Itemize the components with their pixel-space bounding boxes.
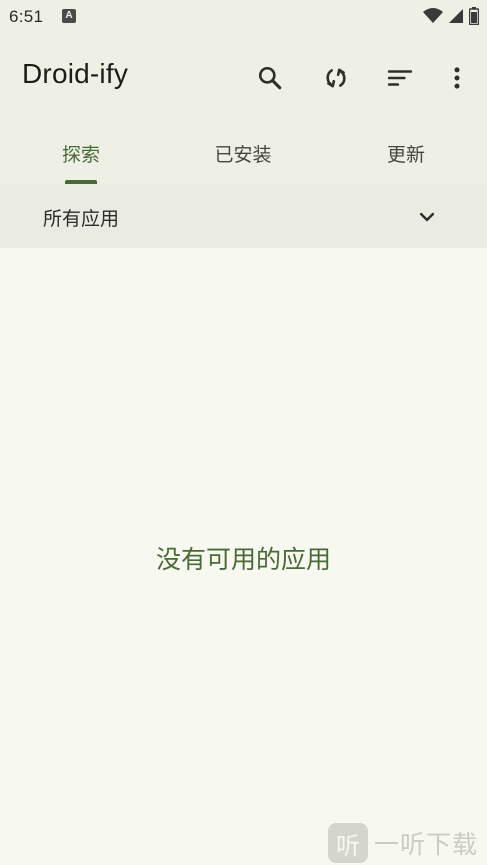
watermark-text: 一听下载 bbox=[374, 830, 479, 859]
status-time: 6:51 bbox=[9, 7, 44, 26]
sort-button[interactable] bbox=[378, 56, 422, 100]
tab-label: 探索 bbox=[61, 144, 100, 166]
search-button[interactable] bbox=[248, 56, 292, 100]
tab-label: 更新 bbox=[386, 144, 425, 166]
more-vert-icon bbox=[454, 67, 460, 89]
tab-installed[interactable]: 已安装 bbox=[162, 122, 324, 184]
sync-icon bbox=[326, 68, 346, 88]
chevron-down-icon bbox=[419, 212, 435, 222]
status-bar: 6:51 A bbox=[0, 0, 487, 34]
top-app-bar: Droid-ify bbox=[0, 34, 487, 122]
tab-bar: 探索 已安装 更新 bbox=[0, 122, 487, 184]
filter-dropdown-button[interactable] bbox=[414, 204, 440, 230]
category-filter[interactable]: 所有应用 bbox=[0, 184, 487, 248]
sync-button[interactable] bbox=[314, 56, 358, 100]
wifi-icon bbox=[423, 8, 443, 23]
tab-explore[interactable]: 探索 bbox=[0, 122, 162, 184]
watermark: 听 一听下载 bbox=[328, 822, 478, 864]
tab-label: 已安装 bbox=[214, 144, 272, 166]
tab-updates[interactable]: 更新 bbox=[325, 122, 487, 184]
signal-icon bbox=[449, 9, 463, 23]
empty-state-message: 没有可用的应用 bbox=[155, 545, 331, 574]
sort-icon bbox=[387, 70, 413, 86]
notification-icon: A bbox=[62, 9, 76, 23]
more-options-button[interactable] bbox=[435, 56, 479, 100]
watermark-logo: 听 bbox=[328, 823, 368, 863]
app-title: Droid-ify bbox=[22, 58, 129, 89]
category-filter-label: 所有应用 bbox=[43, 208, 120, 230]
search-icon bbox=[258, 66, 282, 90]
battery-icon bbox=[469, 7, 479, 25]
